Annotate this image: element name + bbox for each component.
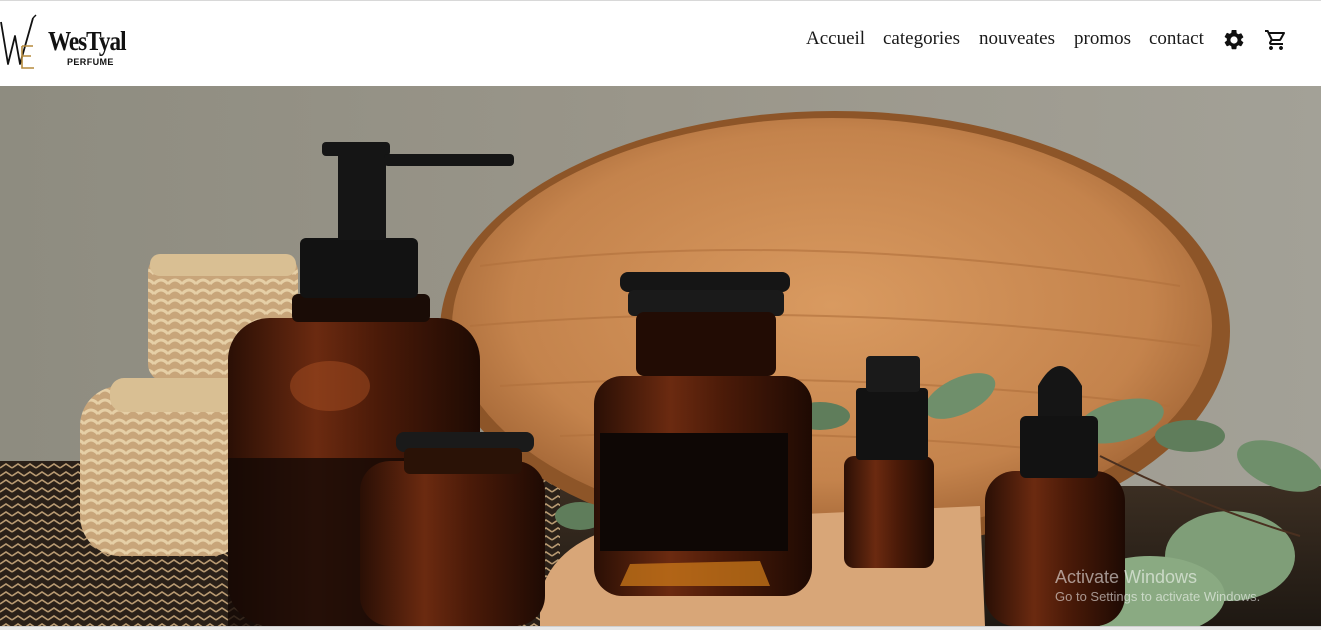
hero-image (0, 86, 1321, 626)
nav-link-nouveates[interactable]: nouveates (979, 26, 1055, 52)
nav-link-accueil[interactable]: Accueil (806, 26, 865, 52)
navbar: WesTyal PERFUME Accueil categories nouve… (0, 2, 1321, 86)
main-navigation: Accueil categories nouveates promos cont… (0, 26, 1321, 52)
nav-link-categories[interactable]: categories (883, 26, 960, 52)
shopping-cart-icon[interactable] (1264, 28, 1288, 52)
page-bottom-edge (0, 626, 1321, 630)
nav-link-promos[interactable]: promos (1074, 26, 1131, 52)
page: WesTyal PERFUME Accueil categories nouve… (0, 0, 1321, 630)
nav-link-contact[interactable]: contact (1149, 26, 1204, 52)
hero-banner (0, 86, 1321, 626)
gear-icon[interactable] (1222, 28, 1246, 52)
brand-tagline: PERFUME (67, 57, 114, 67)
